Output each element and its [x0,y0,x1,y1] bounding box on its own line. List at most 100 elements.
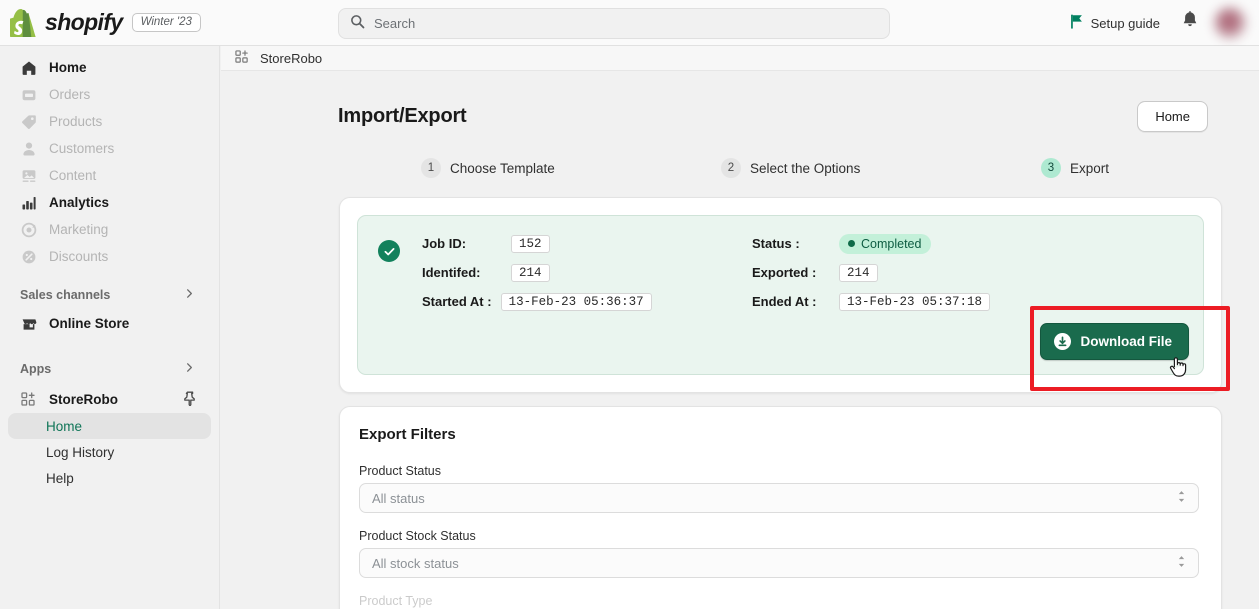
sidebar-item-label: Content [49,168,97,183]
exported-value: 214 [839,263,878,282]
product-stock-status-value: All stock status [372,555,459,571]
step-label: Export [1070,160,1110,176]
setup-guide-button[interactable]: Setup guide [1063,9,1167,37]
identified-label: Identifed: [422,265,481,280]
chevron-updown-icon[interactable] [1177,489,1186,507]
step-export[interactable]: 3 Export [1041,158,1109,178]
page-content: Import/Export Home 1 Choose Template 2 S… [221,71,1259,609]
top-bar: shopify Winter '23 Search Setup guide [0,0,1259,46]
identified-row: Identifed: 214 [422,262,752,283]
sidebar-item-home[interactable]: Home [8,54,211,81]
online-store-icon [20,315,37,332]
search-input[interactable]: Search [338,8,890,39]
step-number: 1 [421,158,441,178]
identified-value: 214 [511,263,550,282]
app-grid-icon [20,391,37,408]
shopify-logo-icon [9,8,36,40]
step-choose-template[interactable]: 1 Choose Template [421,158,721,178]
sidebar-item-analytics[interactable]: Analytics [8,189,211,216]
sub-item-label: Log History [46,444,115,460]
chevron-right-icon[interactable] [184,288,195,302]
step-label: Select the Options [750,160,861,176]
sidebar-item-label: Online Store [49,316,130,331]
sidebar-item-log-history[interactable]: Log History [8,439,211,465]
sidebar-item-storerobo[interactable]: StoreRobo [8,386,211,413]
products-tag-icon [20,113,37,130]
chevron-right-icon[interactable] [184,362,195,376]
export-filters-title: Export Filters [359,426,456,443]
download-icon [1054,333,1072,350]
sidebar-item-help[interactable]: Help [8,465,211,491]
sidebar-item-label: Marketing [49,222,109,237]
top-bar-actions: Setup guide [1063,0,1247,46]
sidebar-item-label: Orders [49,87,91,102]
status-row: Status : Completed [752,233,990,254]
brand[interactable]: shopify Winter '23 [0,8,320,40]
sidebar-item-content[interactable]: Content [8,162,211,189]
sidebar-item-customers[interactable]: Customers [8,135,211,162]
marketing-target-icon [20,221,37,238]
discounts-icon [20,248,37,265]
bell-icon[interactable] [1181,11,1199,35]
ended-at-label: Ended At : [752,294,817,309]
sidebar-item-label: Analytics [49,195,110,210]
sales-channels-label: Sales channels [20,288,111,302]
customers-person-icon [20,140,37,157]
brand-name: shopify [45,9,123,35]
sidebar-section-apps[interactable]: Apps [8,357,211,381]
product-status-select[interactable]: All status [359,483,1199,513]
page-title: Import/Export [338,105,467,127]
product-status-value: All status [372,490,425,506]
sidebar-item-label: Customers [49,141,115,156]
started-at-value: 13-Feb-23 05:36:37 [500,292,652,311]
status-badge: Completed [839,233,932,254]
step-label: Choose Template [450,160,555,176]
sidebar-item-label: Products [49,114,103,129]
main-area: StoreRobo Import/Export Home 1 Choose Te… [221,46,1259,609]
version-badge: Winter '23 [131,13,201,32]
sidebar-item-online-store[interactable]: Online Store [8,310,211,337]
status-dot-icon [848,240,855,247]
sub-item-label: Help [46,470,74,486]
search-placeholder: Search [374,16,416,31]
orders-inbox-icon [20,86,37,103]
chevron-updown-icon[interactable] [1177,554,1186,572]
download-file-button[interactable]: Download File [1040,323,1189,360]
home-button[interactable]: Home [1137,101,1208,132]
job-status-panel: Job ID: 152 Identifed: 214 Started At : … [357,215,1204,375]
product-status-label: Product Status [359,464,441,478]
breadcrumb-label: StoreRobo [260,50,323,66]
sidebar-item-discounts[interactable]: Discounts [8,243,211,270]
breadcrumb[interactable]: StoreRobo [221,46,1259,71]
download-file-label: Download File [1080,334,1172,349]
sidebar-item-label: Discounts [49,249,109,264]
sidebar-section-sales-channels[interactable]: Sales channels [8,283,211,307]
product-stock-status-label: Product Stock Status [359,529,476,543]
product-stock-status-select[interactable]: All stock status [359,548,1199,578]
exported-label: Exported : [752,265,817,280]
sidebar-item-label: Home [49,60,87,75]
pin-icon[interactable] [183,391,197,409]
sidebar-item-marketing[interactable]: Marketing [8,216,211,243]
job-id-label: Job ID: [422,236,467,251]
sidebar-item-products[interactable]: Products [8,108,211,135]
job-status-card: Job ID: 152 Identifed: 214 Started At : … [339,197,1222,393]
content-image-icon [20,167,37,184]
sidebar-item-storerobo-home[interactable]: Home [8,413,211,439]
step-number: 3 [1041,158,1061,178]
home-icon [20,59,37,76]
step-select-options[interactable]: 2 Select the Options [721,158,1041,178]
export-filters-card: Export Filters Product Status All status… [339,406,1222,609]
avatar[interactable] [1213,6,1247,40]
analytics-bars-icon [20,194,37,211]
sidebar: Home Orders Products Customers Content A… [0,46,220,609]
exported-row: Exported : 214 [752,262,990,283]
sidebar-item-orders[interactable]: Orders [8,81,211,108]
app-grid-icon [235,49,249,67]
mouse-cursor [1168,355,1188,384]
job-id-row: Job ID: 152 [422,233,752,254]
flag-icon [1070,14,1084,32]
started-at-row: Started At : 13-Feb-23 05:36:37 [422,291,752,312]
step-number: 2 [721,158,741,178]
started-at-label: Started At : [422,294,492,309]
